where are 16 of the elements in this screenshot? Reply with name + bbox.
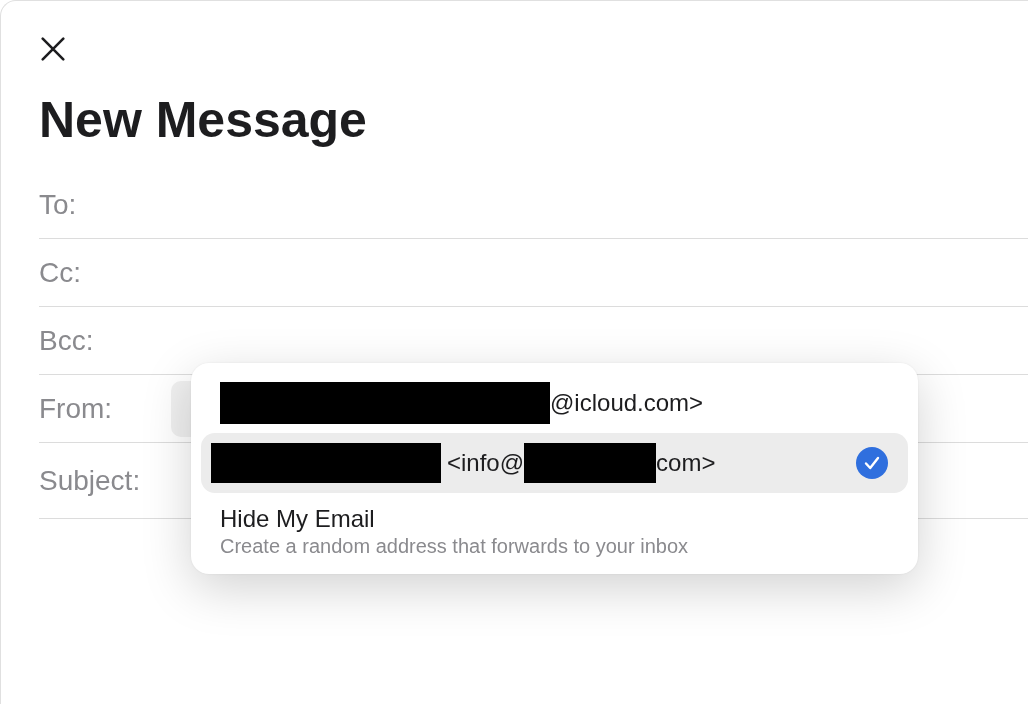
field-label: Cc: <box>39 256 82 289</box>
menu-item[interactable]: @icloud.com> <box>201 373 908 433</box>
address-text: @icloud.com> <box>550 389 704 417</box>
field-label: From: <box>39 392 114 425</box>
menu-item[interactable]: Hide My Email Create a random address that forwards to your inbox <box>201 493 908 558</box>
field-label: Subject: <box>39 464 142 497</box>
field-label: Bcc: <box>39 324 95 357</box>
option-description: Create a random address that forwards to your inbox <box>220 535 689 558</box>
window-title: New Message <box>39 91 368 149</box>
address-text: com> <box>656 449 716 477</box>
option-title: Hide My Email <box>220 505 376 533</box>
address-text: <info@ <box>447 449 525 477</box>
field-label: To: <box>39 188 78 221</box>
menu-item[interactable]: <info@ com> <box>201 433 908 493</box>
checkmark-icon <box>856 447 888 479</box>
close-icon[interactable] <box>41 37 65 61</box>
